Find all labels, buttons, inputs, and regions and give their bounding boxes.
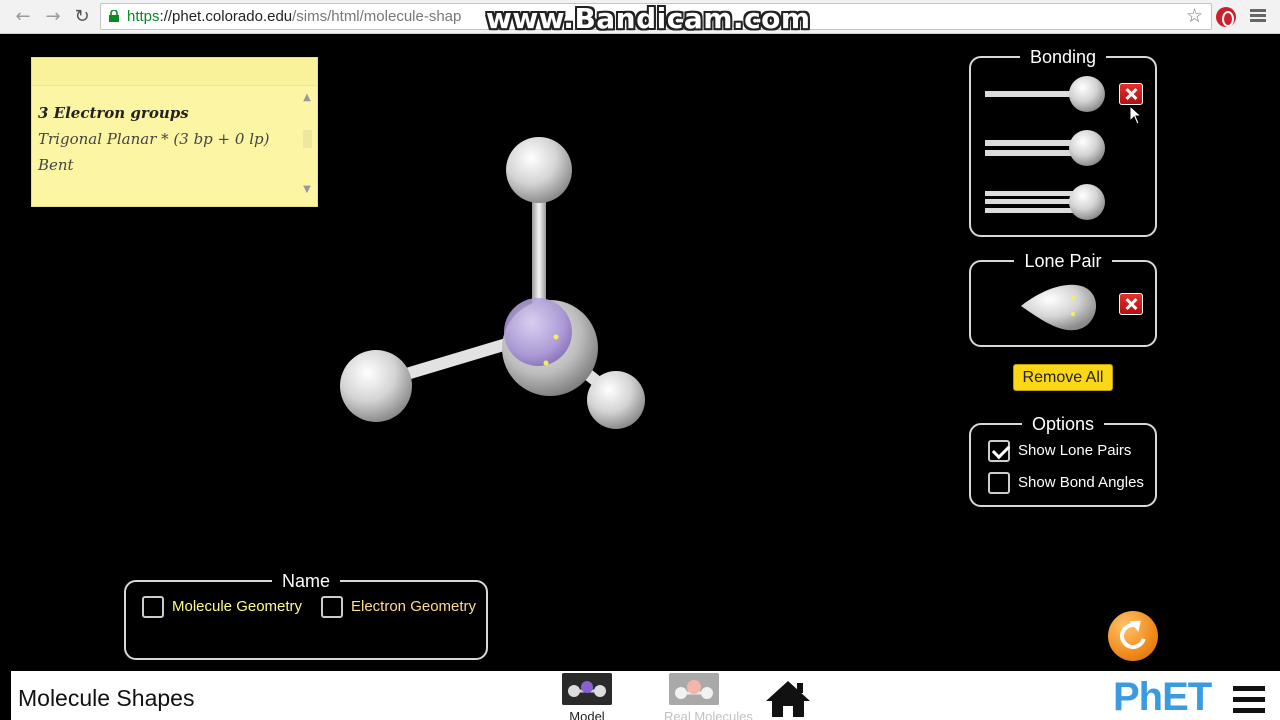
screen-real-molecules-label: Real Molecules <box>664 709 753 720</box>
bonding-title-wrap: Bonding <box>971 46 1155 68</box>
outer-atom-left[interactable] <box>340 350 412 422</box>
recorder-watermark: www.Bandicam.com <box>486 2 811 35</box>
molecule-3d-view[interactable] <box>320 120 680 440</box>
show-lone-pairs-label: Show Lone Pairs <box>1018 442 1132 459</box>
lone-pair-title: Lone Pair <box>1014 251 1112 271</box>
reset-icon <box>1115 618 1151 654</box>
geometry-note: 3 Electron groups Trigonal Planar * (3 b… <box>31 57 318 207</box>
note-line: Bent <box>38 156 74 174</box>
outer-atom-top[interactable] <box>506 137 572 203</box>
options-title: Options <box>1021 414 1105 434</box>
url-host: ://phet.colorado.edu <box>159 8 293 25</box>
electron-dot <box>553 334 559 340</box>
phet-menu-icon[interactable] <box>1233 686 1265 714</box>
remove-lone-pair-button[interactable] <box>1119 293 1143 315</box>
electron-geometry-label: Electron Geometry <box>351 598 477 615</box>
checkbox-icon[interactable] <box>142 596 164 618</box>
checkbox-icon[interactable] <box>321 596 343 618</box>
note-line: 3 Electron groups <box>38 104 189 122</box>
remove-single-bond-button[interactable] <box>1119 83 1143 105</box>
electron-dot <box>543 360 549 366</box>
back-arrow-icon[interactable]: ← <box>12 6 34 28</box>
url-scheme: https <box>127 8 160 25</box>
scroll-down-icon[interactable]: ▼ <box>301 184 313 196</box>
triple-bond-button[interactable] <box>985 184 1109 220</box>
double-bond-button[interactable] <box>985 130 1109 166</box>
name-title-wrap: Name <box>126 570 486 592</box>
lone-pair-button[interactable] <box>1019 280 1099 332</box>
real-molecules-screen-icon <box>669 673 719 705</box>
note-scrollbar[interactable]: ▲ ▼ <box>301 92 313 204</box>
bonding-title: Bonding <box>1019 47 1107 67</box>
scroll-thumb[interactable] <box>303 130 312 148</box>
options-panel: Options Show Lone Pairs Show Bond Angles <box>969 414 1157 507</box>
scroll-up-icon[interactable]: ▲ <box>301 92 313 104</box>
mouse-cursor-icon <box>1129 105 1143 125</box>
name-panel: Name Molecule Geometry Electron Geometry <box>124 571 488 660</box>
molecule-geometry-label: Molecule Geometry <box>172 598 303 615</box>
browser-menu-icon[interactable] <box>1248 7 1268 27</box>
options-title-wrap: Options <box>971 413 1155 435</box>
navigation-bar: Molecule Shapes Model Real Molecules PhE… <box>11 671 1280 720</box>
model-screen-icon <box>562 673 612 705</box>
outer-atom-right[interactable] <box>587 371 645 429</box>
screen-real-molecules-button[interactable]: Real Molecules <box>664 673 753 720</box>
phet-logo-text: PhET <box>1113 675 1212 719</box>
lock-icon <box>109 10 119 22</box>
screen-model-button[interactable]: Model <box>557 673 617 720</box>
phet-logo[interactable]: PhET <box>1113 675 1212 719</box>
home-icon[interactable] <box>764 679 812 719</box>
central-atom-highlight <box>504 298 572 366</box>
single-bond-button[interactable] <box>985 76 1109 112</box>
checkbox-checked-icon[interactable] <box>988 440 1010 462</box>
note-line: Trigonal Planar * (3 bp + 0 lp) <box>38 130 270 148</box>
remove-all-button[interactable]: Remove All <box>1013 364 1113 391</box>
checkbox-icon[interactable] <box>988 472 1010 494</box>
app-frame: ← → ↻ https://phet.colorado.edu/sims/htm… <box>0 0 1280 720</box>
reload-icon[interactable]: ↻ <box>71 6 93 28</box>
lone-pair-panel: Lone Pair <box>969 251 1157 347</box>
bookmark-star-icon[interactable]: ☆ <box>1186 5 1203 27</box>
note-header <box>32 58 317 86</box>
url-path: /sims/html/molecule-shap <box>292 8 462 25</box>
screen-model-label: Model <box>569 709 605 720</box>
forward-arrow-icon[interactable]: → <box>42 6 64 28</box>
reset-all-button[interactable] <box>1108 611 1158 661</box>
note-text: 3 Electron groups Trigonal Planar * (3 b… <box>38 100 269 178</box>
sim-title: Molecule Shapes <box>18 685 195 711</box>
name-title: Name <box>271 571 340 591</box>
show-bond-angles-label: Show Bond Angles <box>1018 474 1144 491</box>
lone-pair-title-wrap: Lone Pair <box>971 250 1155 272</box>
bonding-panel: Bonding <box>969 47 1157 237</box>
extension-icon[interactable] <box>1216 7 1236 27</box>
url-text: https://phet.colorado.edu/sims/html/mole… <box>127 8 461 25</box>
